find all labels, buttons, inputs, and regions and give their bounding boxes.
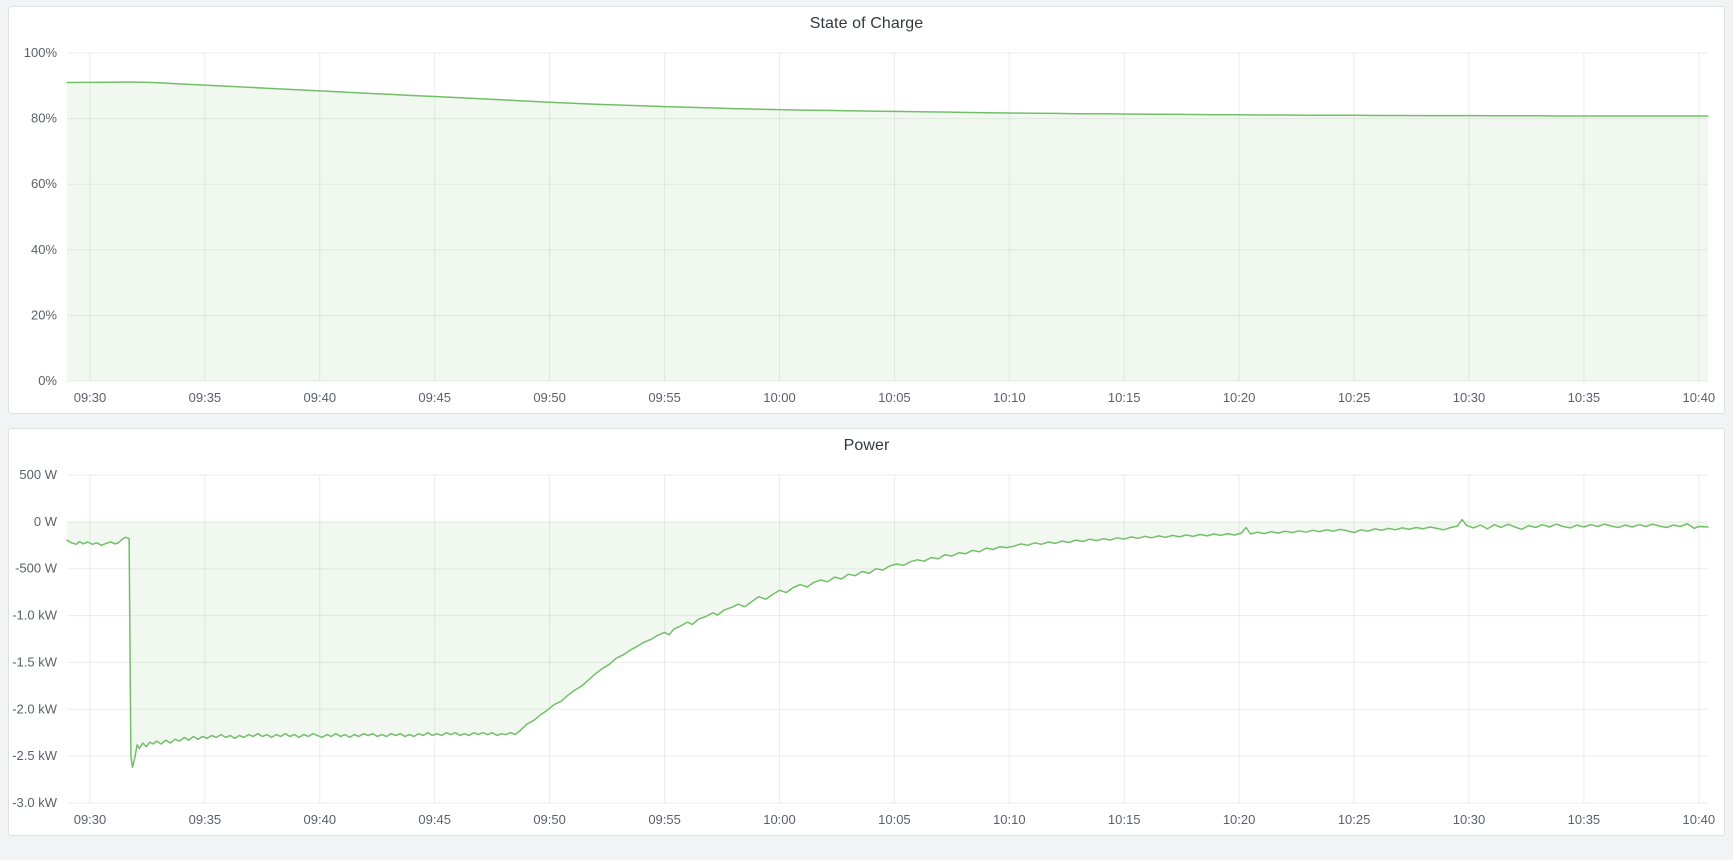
svg-text:10:00: 10:00 (763, 390, 796, 405)
svg-text:10:40: 10:40 (1683, 390, 1716, 405)
svg-text:500 W: 500 W (19, 467, 57, 482)
power-chart[interactable]: 500 W 0 W -500 W -1.0 kW -1.5 kW -2.0 kW -2.5 … (9, 463, 1724, 835)
svg-text:10:30: 10:30 (1453, 812, 1486, 827)
panel-title-state-of-charge[interactable]: State of Charge (9, 7, 1724, 41)
svg-text:10:10: 10:10 (993, 390, 1026, 405)
svg-text:10:40: 10:40 (1683, 812, 1716, 827)
svg-text:09:30: 09:30 (74, 390, 107, 405)
svg-text:40%: 40% (31, 242, 57, 257)
panel-power: Power 500 W 0 W -500 W -1.0 kW -1.5 kW -2.0 k… (8, 428, 1725, 836)
panel-title-power[interactable]: Power (9, 429, 1724, 463)
svg-text:60%: 60% (31, 176, 57, 191)
svg-text:-3.0 kW: -3.0 kW (12, 795, 58, 810)
svg-text:10:15: 10:15 (1108, 390, 1141, 405)
svg-text:0 W: 0 W (34, 514, 58, 529)
svg-text:10:35: 10:35 (1568, 390, 1601, 405)
svg-text:09:50: 09:50 (533, 812, 566, 827)
panel-state-of-charge: State of Charge 100% 80% 60% 40% 20% 0% 09:30 0… (8, 6, 1725, 414)
svg-text:10:15: 10:15 (1108, 812, 1141, 827)
svg-text:10:25: 10:25 (1338, 390, 1371, 405)
svg-text:-500 W: -500 W (15, 561, 58, 576)
svg-text:09:30: 09:30 (74, 812, 107, 827)
svg-text:09:35: 09:35 (189, 812, 222, 827)
svg-text:-2.5 kW: -2.5 kW (12, 748, 58, 763)
svg-text:80%: 80% (31, 111, 57, 126)
state-of-charge-chart[interactable]: 100% 80% 60% 40% 20% 0% 09:30 09:35 09:40 09:45 09… (9, 41, 1724, 413)
svg-text:09:45: 09:45 (418, 812, 451, 827)
svg-text:10:25: 10:25 (1338, 812, 1371, 827)
svg-text:09:40: 09:40 (304, 812, 337, 827)
svg-text:10:00: 10:00 (763, 812, 796, 827)
svg-text:10:10: 10:10 (993, 812, 1026, 827)
svg-text:0%: 0% (38, 373, 57, 388)
svg-text:-1.0 kW: -1.0 kW (12, 608, 58, 623)
svg-text:10:20: 10:20 (1223, 812, 1256, 827)
svg-text:09:45: 09:45 (418, 390, 451, 405)
svg-text:-2.0 kW: -2.0 kW (12, 701, 58, 716)
svg-text:10:05: 10:05 (878, 390, 911, 405)
svg-text:09:40: 09:40 (304, 390, 337, 405)
svg-text:-1.5 kW: -1.5 kW (12, 654, 58, 669)
svg-text:10:35: 10:35 (1568, 812, 1601, 827)
svg-text:20%: 20% (31, 307, 57, 322)
svg-text:09:50: 09:50 (533, 390, 566, 405)
svg-text:09:35: 09:35 (189, 390, 222, 405)
svg-text:10:20: 10:20 (1223, 390, 1256, 405)
svg-text:10:30: 10:30 (1453, 390, 1486, 405)
svg-text:09:55: 09:55 (648, 390, 681, 405)
svg-text:09:55: 09:55 (648, 812, 681, 827)
svg-text:10:05: 10:05 (878, 812, 911, 827)
svg-text:100%: 100% (24, 45, 58, 60)
